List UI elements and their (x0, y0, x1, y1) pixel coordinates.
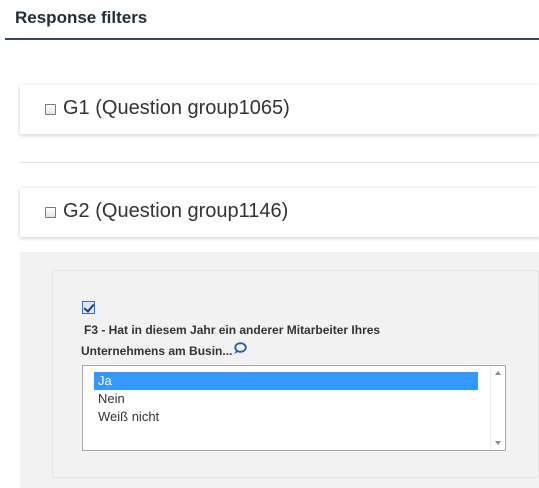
question-text-line2: Unternehmens am Busin... (81, 344, 233, 358)
question-text-line1: F3 - Hat in diesem Jahr ein anderer Mita… (84, 323, 381, 337)
answer-options: Ja Nein Weiß nicht (94, 372, 478, 426)
group-g2-checkbox[interactable] (45, 207, 56, 218)
page-header: Response filters (5, 0, 539, 40)
page-title: Response filters (15, 8, 148, 27)
question-f3-text: F3 - Hat in diesem Jahr ein anderer Mita… (81, 320, 501, 362)
question-panel: F3 - Hat in diesem Jahr ein anderer Mita… (52, 270, 539, 478)
speech-bubble-icon[interactable] (233, 341, 248, 362)
answer-listbox[interactable]: Ja Nein Weiß nicht (82, 365, 506, 451)
group-g2-content: F3 - Hat in diesem Jahr ein anderer Mita… (20, 252, 539, 488)
group-g1-title[interactable]: G1 (Question group1065) (63, 97, 290, 120)
answer-option-weiss-nicht[interactable]: Weiß nicht (94, 408, 478, 426)
group-g1-checkbox[interactable] (45, 104, 56, 115)
checkmark-icon (83, 301, 95, 313)
group-g2-title[interactable]: G2 (Question group1146) (63, 200, 288, 223)
question-f3-checkbox[interactable] (82, 301, 95, 314)
scroll-up-icon[interactable] (495, 371, 501, 375)
divider (20, 162, 539, 163)
answer-option-ja[interactable]: Ja (94, 372, 478, 390)
scroll-down-icon[interactable] (495, 441, 501, 445)
answer-option-nein[interactable]: Nein (94, 390, 478, 408)
group-panel-g2[interactable]: G2 (Question group1146) (20, 188, 539, 237)
group-panel-g1[interactable]: G1 (Question group1065) (20, 85, 539, 134)
listbox-scrollbar[interactable] (490, 366, 505, 450)
